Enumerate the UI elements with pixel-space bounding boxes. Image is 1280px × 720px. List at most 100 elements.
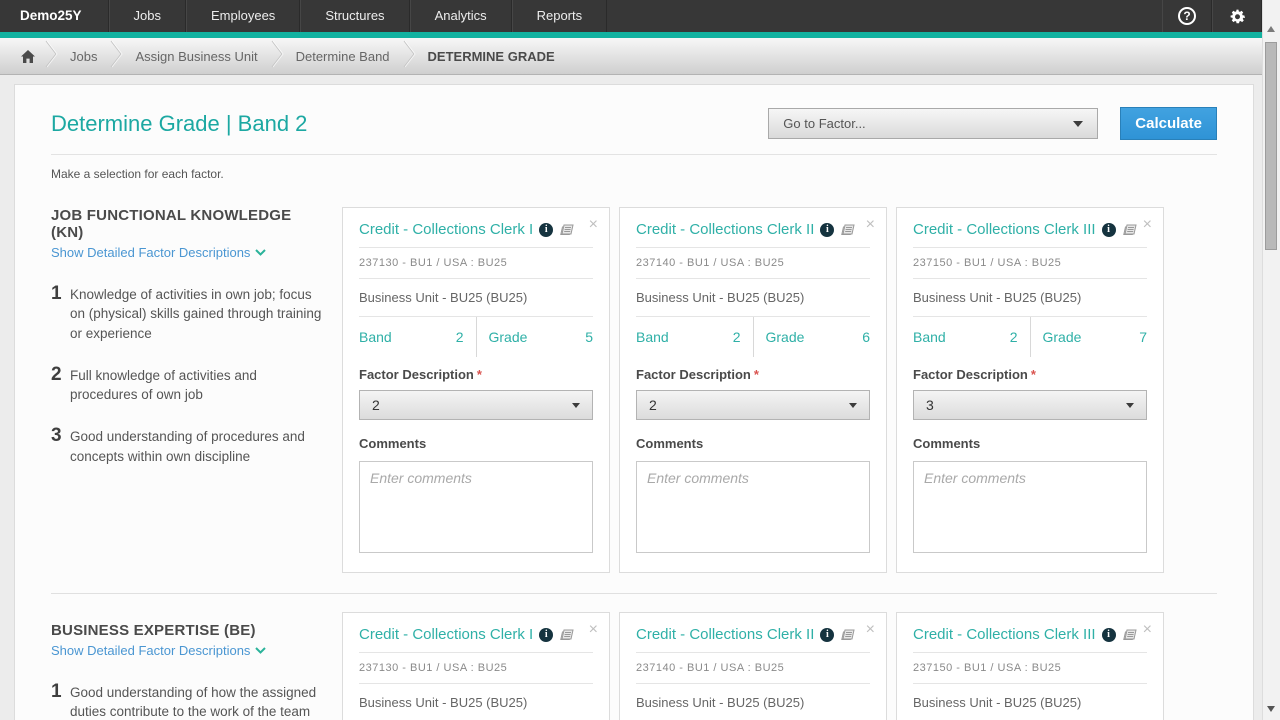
job-title-link[interactable]: Credit - Collections Clerk III — [913, 221, 1096, 238]
option-text: Good understanding of how the assigned d… — [70, 682, 322, 720]
business-unit: Business Unit - BU25 (BU25) — [636, 695, 870, 710]
settings-button[interactable] — [1212, 0, 1262, 32]
breadcrumb-assign-business-unit[interactable]: Assign Business Unit — [125, 49, 267, 64]
job-card-clerk-1: × Credit - Collections Clerk I i 237130 … — [342, 207, 610, 573]
chevron-down-icon — [255, 647, 266, 654]
chevron-separator-icon — [44, 37, 58, 76]
breadcrumb-jobs[interactable]: Jobs — [60, 49, 107, 64]
breadcrumb-determine-band[interactable]: Determine Band — [286, 49, 400, 64]
factor-description-select[interactable]: 2 — [359, 390, 593, 420]
factor-description-label: Factor Description* — [359, 367, 593, 382]
nav-item-analytics[interactable]: Analytics — [410, 0, 512, 32]
divider — [913, 652, 1147, 653]
page-title: Determine Grade | Band 2 — [51, 107, 307, 137]
chevron-separator-icon — [109, 37, 123, 76]
info-icon[interactable]: i — [820, 628, 834, 642]
close-icon[interactable]: × — [866, 621, 875, 639]
documents-icon[interactable] — [1122, 628, 1137, 641]
comments-input[interactable] — [636, 461, 870, 553]
scroll-up-arrow-icon[interactable] — [1267, 26, 1275, 32]
home-icon[interactable] — [14, 49, 42, 64]
help-button[interactable]: ? — [1162, 0, 1212, 32]
job-card-clerk-3: × Credit - Collections Clerk III i 23715… — [896, 612, 1164, 720]
job-title-link[interactable]: Credit - Collections Clerk I — [359, 626, 533, 643]
divider — [913, 683, 1147, 684]
factor-option: 1 Knowledge of activities in own job; fo… — [51, 284, 322, 343]
gear-icon — [1228, 7, 1247, 26]
option-number: 2 — [51, 365, 70, 405]
info-icon[interactable]: i — [1102, 628, 1116, 642]
divider — [359, 652, 593, 653]
job-code: 237130 - BU1 / USA : BU25 — [359, 257, 593, 269]
nav-item-employees[interactable]: Employees — [186, 0, 300, 32]
job-card-clerk-2: × Credit - Collections Clerk II i 237140… — [619, 207, 887, 573]
nav-item-reports[interactable]: Reports — [512, 0, 608, 32]
scrollbar-thumb[interactable] — [1265, 42, 1277, 250]
band-label: Band — [913, 329, 946, 345]
close-icon[interactable]: × — [1143, 216, 1152, 234]
factor-description-select[interactable]: 3 — [913, 390, 1147, 420]
documents-icon[interactable] — [559, 628, 574, 641]
section-business-expertise: BUSINESS EXPERTISE (BE) Show Detailed Fa… — [51, 612, 1217, 720]
documents-icon[interactable] — [840, 223, 855, 236]
divider — [636, 278, 870, 279]
business-unit: Business Unit - BU25 (BU25) — [359, 290, 593, 305]
band-label: Band — [359, 329, 392, 345]
close-icon[interactable]: × — [589, 621, 598, 639]
factor-description-value: 2 — [649, 397, 657, 413]
comments-label: Comments — [913, 436, 1147, 451]
comments-input[interactable] — [913, 461, 1147, 553]
close-icon[interactable]: × — [866, 216, 875, 234]
option-text: Good understanding of procedures and con… — [70, 426, 322, 466]
divider — [359, 683, 593, 684]
goto-factor-dropdown[interactable]: Go to Factor... — [768, 108, 1098, 139]
show-descriptions-label: Show Detailed Factor Descriptions — [51, 643, 250, 658]
band-value: 2 — [1010, 329, 1018, 345]
chevron-separator-icon — [270, 37, 284, 76]
divider — [359, 247, 593, 248]
job-title-link[interactable]: Credit - Collections Clerk II — [636, 626, 814, 643]
factor-option: 2 Full knowledge of activities and proce… — [51, 365, 322, 405]
info-icon[interactable]: i — [539, 628, 553, 642]
scroll-down-arrow-icon[interactable] — [1267, 706, 1275, 712]
job-title-link[interactable]: Credit - Collections Clerk III — [913, 626, 1096, 643]
factor-description-value: 3 — [926, 397, 934, 413]
chevron-down-icon — [255, 249, 266, 256]
calculate-button[interactable]: Calculate — [1120, 107, 1217, 140]
comments-input[interactable] — [359, 461, 593, 553]
grade-label: Grade — [1043, 329, 1082, 345]
job-title-link[interactable]: Credit - Collections Clerk I — [359, 221, 533, 238]
job-title-link[interactable]: Credit - Collections Clerk II — [636, 221, 814, 238]
help-icon: ? — [1178, 7, 1196, 25]
nav-item-jobs[interactable]: Jobs — [109, 0, 186, 32]
top-nav: Demo25Y Jobs Employees Structures Analyt… — [0, 0, 1280, 32]
breadcrumb: Jobs Assign Business Unit Determine Band… — [0, 38, 1280, 75]
divider — [913, 247, 1147, 248]
page-instruction: Make a selection for each factor. — [51, 167, 1217, 181]
documents-icon[interactable] — [840, 628, 855, 641]
close-icon[interactable]: × — [1143, 621, 1152, 639]
show-descriptions-link[interactable]: Show Detailed Factor Descriptions — [51, 643, 266, 658]
goto-factor-value: Go to Factor... — [783, 116, 865, 131]
info-icon[interactable]: i — [539, 223, 553, 237]
vertical-scrollbar[interactable] — [1262, 0, 1280, 720]
close-icon[interactable]: × — [589, 216, 598, 234]
factor-description-select[interactable]: 2 — [636, 390, 870, 420]
comments-label: Comments — [359, 436, 593, 451]
show-descriptions-link[interactable]: Show Detailed Factor Descriptions — [51, 245, 266, 260]
business-unit: Business Unit - BU25 (BU25) — [636, 290, 870, 305]
documents-icon[interactable] — [1122, 223, 1137, 236]
business-unit: Business Unit - BU25 (BU25) — [913, 695, 1147, 710]
factor-description-label: Factor Description* — [636, 367, 870, 382]
nav-item-structures[interactable]: Structures — [300, 0, 409, 32]
chevron-down-icon — [849, 403, 857, 408]
info-icon[interactable]: i — [1102, 223, 1116, 237]
info-icon[interactable]: i — [820, 223, 834, 237]
documents-icon[interactable] — [559, 223, 574, 236]
option-text: Knowledge of activities in own job; focu… — [70, 284, 322, 343]
factor-description-value: 2 — [372, 397, 380, 413]
brand-logo[interactable]: Demo25Y — [0, 0, 109, 32]
business-unit: Business Unit - BU25 (BU25) — [359, 695, 593, 710]
job-card-clerk-3: × Credit - Collections Clerk III i 23715… — [896, 207, 1164, 573]
band-grade-row: Band2 Grade6 — [636, 317, 870, 357]
